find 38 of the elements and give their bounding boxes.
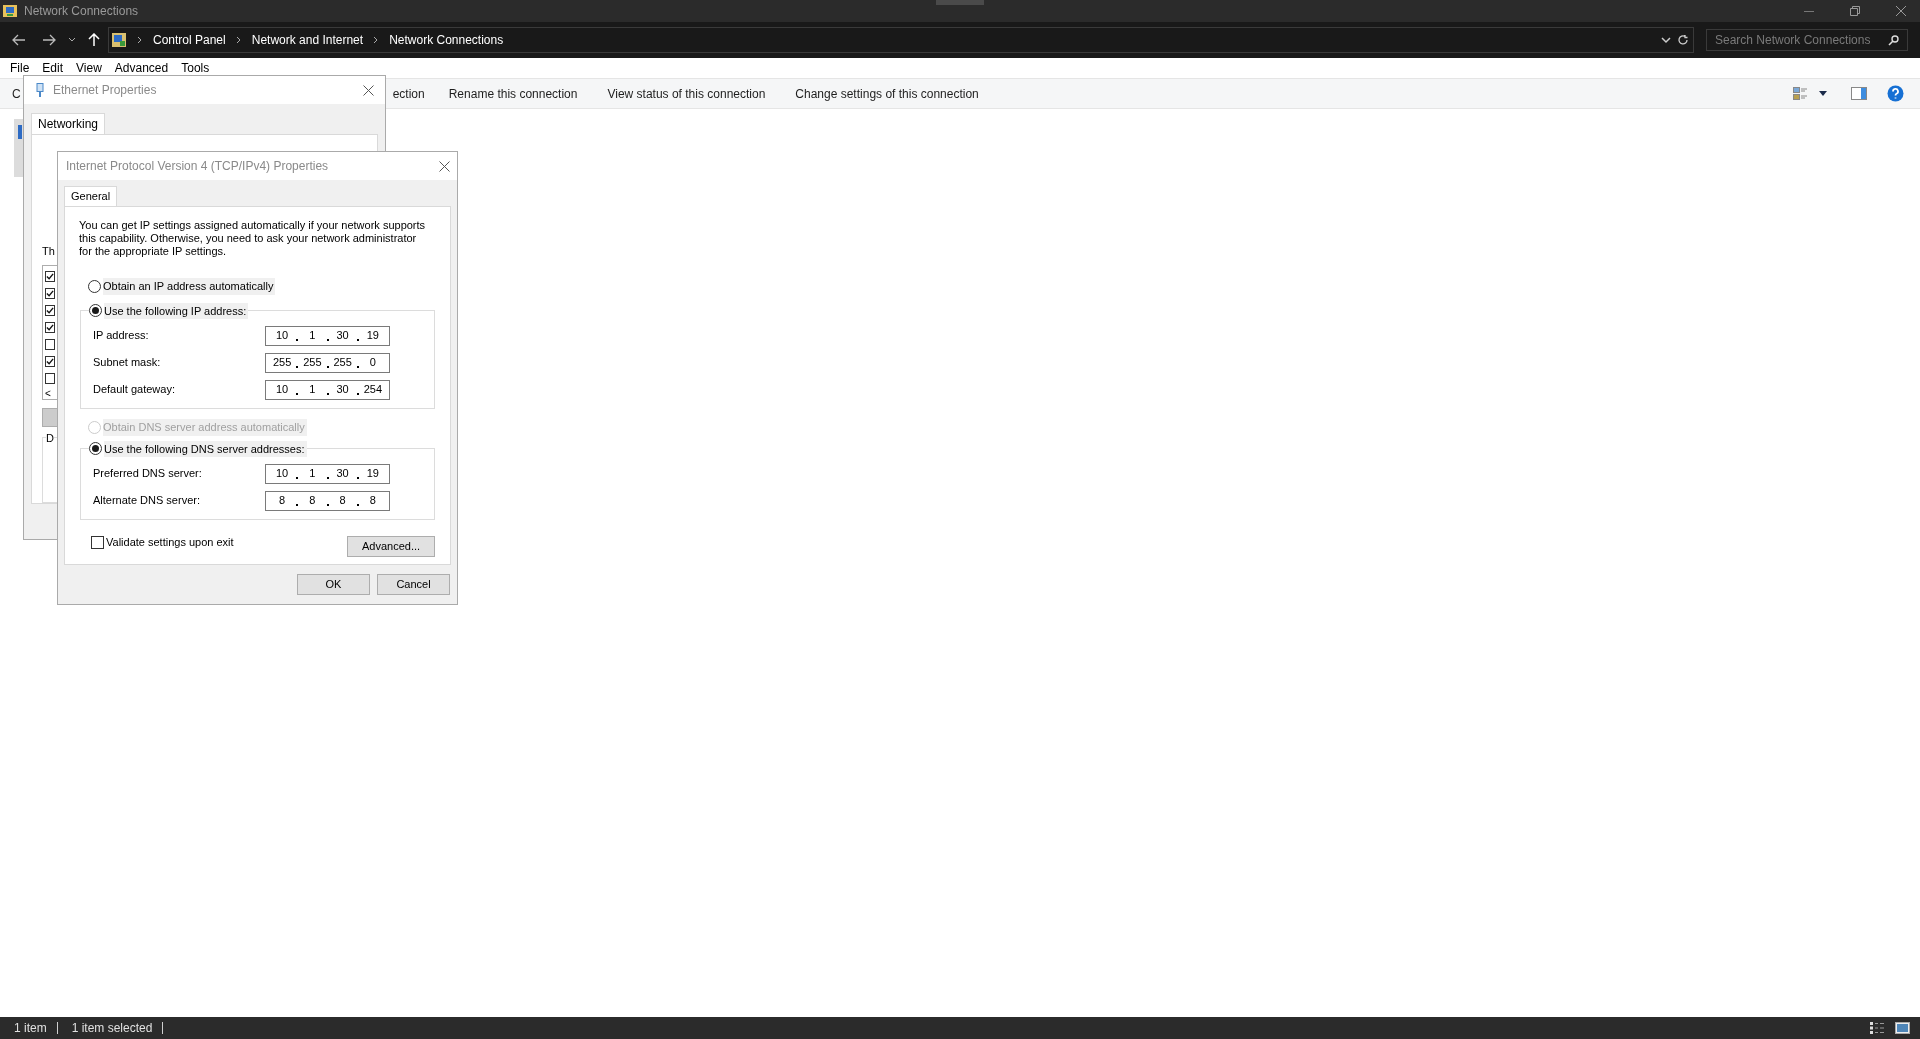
ip-octet: 10 xyxy=(275,466,290,482)
status-text: 1 item xyxy=(14,1020,47,1037)
ip-octet: 8 xyxy=(278,493,287,509)
field-label: Subnet mask: xyxy=(93,355,162,371)
ip-octet: 30 xyxy=(335,466,350,482)
radio-label: Obtain an IP address automatically xyxy=(103,278,276,295)
ip-octet: 30 xyxy=(335,382,350,398)
ip-octet: 255 xyxy=(332,355,353,371)
ip-octet: 255 xyxy=(271,355,293,371)
field-label: IP address: xyxy=(93,328,150,344)
ip-octet: 19 xyxy=(365,466,380,482)
ip-octet: 1 xyxy=(308,382,317,398)
description-text: You can get IP settings assigned automatically if your network supports this capability. Otherwise, you need to ask your network administrator for the appropriate IP settings. xyxy=(79,219,427,258)
ip-octet: 8 xyxy=(338,493,347,509)
ip-octet: 30 xyxy=(335,328,350,344)
ip-octet: 8 xyxy=(368,493,377,509)
section-label: Th xyxy=(42,244,55,259)
ip-octet: 255 xyxy=(302,355,323,371)
dialog-title: Internet Protocol Version 4 (TCP/IPv4) Properties xyxy=(66,158,329,175)
radio-label: Use the following IP address: xyxy=(104,302,249,319)
window-title: Network Connections xyxy=(24,3,139,20)
status-text: 1 item selected xyxy=(71,1020,153,1037)
search-placeholder: Search Network Connections xyxy=(1715,32,1872,49)
radio-label: Use the following DNS server addresses: xyxy=(104,440,307,457)
radio-label: Obtain DNS server address automatically xyxy=(103,419,307,436)
ip-octet: 8 xyxy=(308,493,317,509)
ip-octet: 254 xyxy=(362,382,384,398)
field-label: Alternate DNS server: xyxy=(93,493,201,509)
field-label: Default gateway: xyxy=(93,382,176,398)
ip-octet: 1 xyxy=(308,328,317,344)
field-label: Preferred DNS server: xyxy=(93,466,203,482)
dialog-title: Ethernet Properties xyxy=(53,82,157,99)
ip-octet: 0 xyxy=(368,355,377,371)
checkbox-label: Validate settings upon exit xyxy=(106,535,234,551)
ip-octet: 10 xyxy=(275,382,290,398)
ip-octet: 1 xyxy=(308,466,317,482)
ip-octet: 10 xyxy=(275,328,290,344)
ip-octet: 19 xyxy=(365,328,380,344)
